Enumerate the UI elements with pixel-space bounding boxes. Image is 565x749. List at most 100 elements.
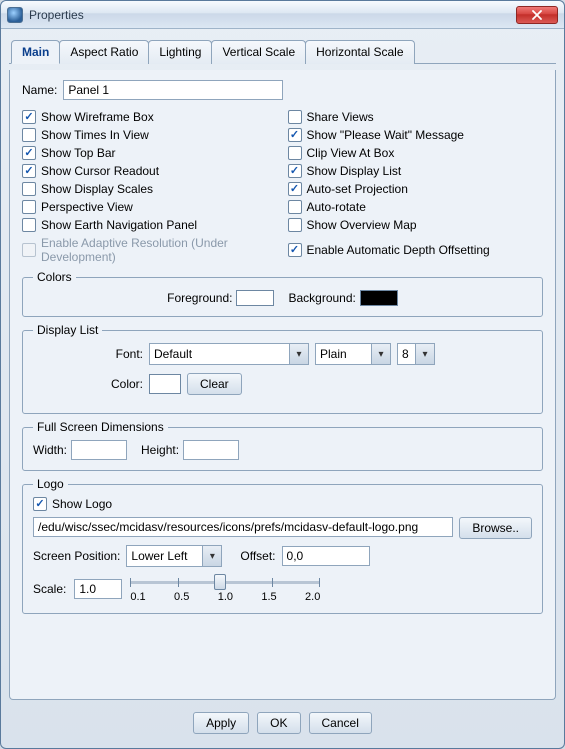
checkbox[interactable]: [288, 128, 302, 142]
display-list-color-swatch[interactable]: [149, 374, 181, 394]
checkbox-label: Show Wireframe Box: [41, 110, 154, 124]
checkbox-label: Show Earth Navigation Panel: [41, 218, 197, 232]
check-show-earth-navigation-panel[interactable]: Show Earth Navigation Panel: [22, 218, 278, 232]
chevron-down-icon[interactable]: [371, 343, 391, 365]
show-logo-checkbox[interactable]: [33, 497, 47, 511]
window-title: Properties: [29, 8, 516, 22]
check-show-display-list[interactable]: Show Display List: [288, 164, 544, 178]
checkbox[interactable]: [22, 218, 36, 232]
name-label: Name:: [22, 83, 57, 97]
scale-input[interactable]: [74, 579, 122, 599]
screen-position-combo[interactable]: [126, 545, 222, 567]
chevron-down-icon[interactable]: [289, 343, 309, 365]
show-logo-label: Show Logo: [52, 497, 112, 511]
check-enable-adaptive-resolution-under-development: Enable Adaptive Resolution (Under Develo…: [22, 236, 278, 264]
offset-label: Offset:: [240, 549, 275, 563]
slider-tick-label: 1.5: [261, 591, 276, 603]
display-list-legend: Display List: [33, 323, 102, 337]
width-input[interactable]: [71, 440, 127, 460]
check-perspective-view[interactable]: Perspective View: [22, 200, 278, 214]
foreground-swatch[interactable]: [236, 290, 274, 306]
checkbox[interactable]: [288, 200, 302, 214]
tab-horizontal-scale[interactable]: Horizontal Scale: [305, 40, 414, 64]
checkbox-label: Show Display Scales: [41, 182, 153, 196]
background-swatch[interactable]: [360, 290, 398, 306]
font-size-value[interactable]: [397, 343, 415, 365]
checkbox-label: Enable Adaptive Resolution (Under Develo…: [41, 236, 278, 264]
check-show-please-wait-message[interactable]: Show "Please Wait" Message: [288, 128, 544, 142]
logo-legend: Logo: [33, 477, 68, 491]
slider-tick-label: 2.0: [305, 591, 320, 603]
app-icon: [7, 7, 23, 23]
height-input[interactable]: [183, 440, 239, 460]
scale-slider[interactable]: 0.10.51.01.52.0: [130, 575, 320, 603]
checkbox-label: Auto-rotate: [307, 200, 366, 214]
checkbox[interactable]: [22, 110, 36, 124]
checkbox[interactable]: [22, 200, 36, 214]
foreground-label: Foreground:: [167, 291, 232, 305]
colors-group: Colors Foreground: Background:: [22, 270, 543, 317]
chevron-down-icon[interactable]: [415, 343, 435, 365]
clear-button[interactable]: Clear: [187, 373, 242, 395]
checkbox-label: Show Display List: [307, 164, 402, 178]
check-auto-rotate[interactable]: Auto-rotate: [288, 200, 544, 214]
font-style-value[interactable]: [315, 343, 371, 365]
close-button[interactable]: [516, 6, 558, 24]
checkbox[interactable]: [22, 164, 36, 178]
ok-button[interactable]: OK: [257, 712, 300, 734]
check-enable-automatic-depth-offsetting[interactable]: Enable Automatic Depth Offsetting: [288, 236, 544, 264]
check-show-cursor-readout[interactable]: Show Cursor Readout: [22, 164, 278, 178]
slider-thumb[interactable]: [214, 574, 226, 590]
font-value[interactable]: [149, 343, 289, 365]
screen-position-value[interactable]: [126, 545, 202, 567]
checkbox-label: Show Cursor Readout: [41, 164, 159, 178]
checkbox[interactable]: [288, 218, 302, 232]
chevron-down-icon[interactable]: [202, 545, 222, 567]
offset-input[interactable]: [282, 546, 370, 566]
checkbox[interactable]: [22, 128, 36, 142]
font-combo[interactable]: [149, 343, 309, 365]
logo-path-input[interactable]: [33, 517, 453, 537]
check-show-wireframe-box[interactable]: Show Wireframe Box: [22, 110, 278, 124]
check-show-display-scales[interactable]: Show Display Scales: [22, 182, 278, 196]
checkbox[interactable]: [288, 243, 302, 257]
properties-window: Properties MainAspect RatioLightingVerti…: [0, 0, 565, 749]
tab-vertical-scale[interactable]: Vertical Scale: [211, 40, 306, 64]
font-label: Font:: [33, 347, 143, 361]
width-label: Width:: [33, 443, 67, 457]
checkbox[interactable]: [288, 164, 302, 178]
colors-legend: Colors: [33, 270, 76, 284]
checkbox-label: Show Times In View: [41, 128, 149, 142]
check-clip-view-at-box[interactable]: Clip View At Box: [288, 146, 544, 160]
tab-aspect-ratio[interactable]: Aspect Ratio: [59, 40, 149, 64]
checkbox[interactable]: [22, 182, 36, 196]
cancel-button[interactable]: Cancel: [309, 712, 372, 734]
slider-tick-label: 0.1: [130, 591, 145, 603]
fullscreen-dimensions-group: Full Screen Dimensions Width: Height:: [22, 420, 543, 471]
checkbox: [22, 243, 36, 257]
check-share-views[interactable]: Share Views: [288, 110, 544, 124]
close-icon: [532, 10, 542, 20]
checkbox[interactable]: [288, 146, 302, 160]
content: MainAspect RatioLightingVertical ScaleHo…: [1, 29, 564, 748]
show-logo-check[interactable]: Show Logo: [33, 497, 532, 511]
check-show-overview-map[interactable]: Show Overview Map: [288, 218, 544, 232]
check-auto-set-projection[interactable]: Auto-set Projection: [288, 182, 544, 196]
apply-button[interactable]: Apply: [193, 712, 249, 734]
fsd-legend: Full Screen Dimensions: [33, 420, 168, 434]
name-input[interactable]: [63, 80, 283, 100]
check-show-times-in-view[interactable]: Show Times In View: [22, 128, 278, 142]
font-size-combo[interactable]: [397, 343, 435, 365]
color-label: Color:: [33, 377, 143, 391]
tab-main[interactable]: Main: [11, 40, 60, 64]
check-show-top-bar[interactable]: Show Top Bar: [22, 146, 278, 160]
slider-labels: 0.10.51.01.52.0: [130, 591, 320, 603]
browse-button[interactable]: Browse..: [459, 517, 532, 539]
font-style-combo[interactable]: [315, 343, 391, 365]
checkbox[interactable]: [288, 182, 302, 196]
tab-lighting[interactable]: Lighting: [148, 40, 212, 64]
checkbox[interactable]: [22, 146, 36, 160]
checkbox[interactable]: [288, 110, 302, 124]
tabbar: MainAspect RatioLightingVertical ScaleHo…: [9, 39, 556, 64]
main-panel: Name: Show Wireframe Box Share Views Show …: [9, 70, 556, 700]
